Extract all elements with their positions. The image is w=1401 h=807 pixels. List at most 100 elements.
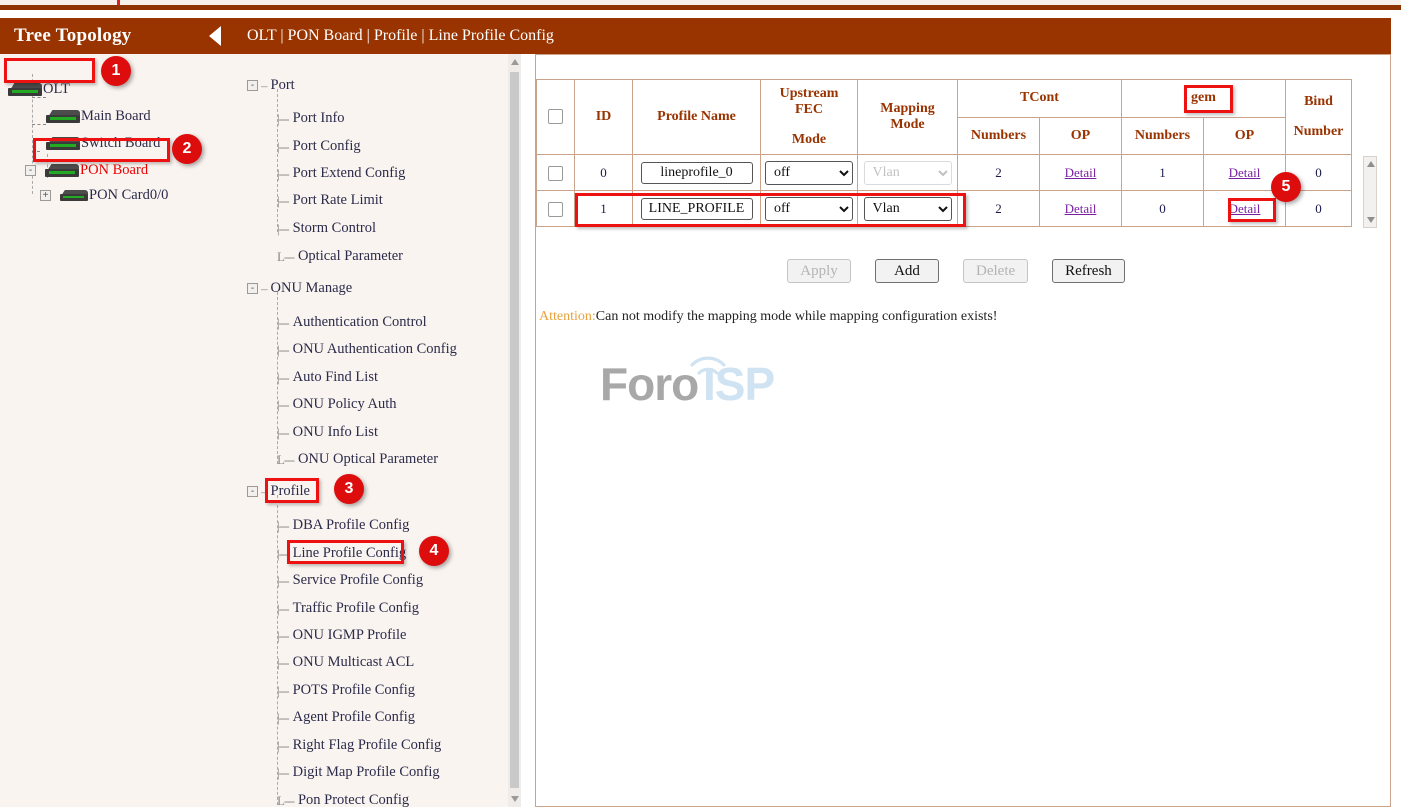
nav-item-pots-profile-config[interactable]: |--- POTS Profile Config xyxy=(277,682,415,699)
upstream-fec-mode-select[interactable]: off xyxy=(765,161,853,185)
nav-group-label: Port xyxy=(271,77,295,94)
row-checkbox[interactable] xyxy=(548,202,563,217)
nav-item-right-flag-profile-config[interactable]: |--- Right Flag Profile Config xyxy=(277,737,441,754)
tree-expander-expand-icon[interactable]: + xyxy=(40,190,51,201)
foroisp-watermark: Foro ISP xyxy=(600,349,800,419)
scroll-down-arrow-icon[interactable] xyxy=(511,796,519,802)
scroll-up-arrow-icon[interactable] xyxy=(511,59,519,65)
cell-gem-numbers: 0 xyxy=(1122,191,1204,227)
header-mapping-mode: Mapping Mode xyxy=(858,80,958,155)
watermark-text-isp: ISP xyxy=(703,357,774,411)
tree-leaf-dash: |--- xyxy=(277,738,289,754)
nav-item-onu-policy-auth[interactable]: |--- ONU Policy Auth xyxy=(277,396,397,413)
nav-item-label: ONU Authentication Config xyxy=(293,341,457,358)
nav-item-onu-info-list[interactable]: |--- ONU Info List xyxy=(277,424,378,441)
scroll-down-arrow-icon[interactable] xyxy=(1367,217,1375,223)
nav-item-agent-profile-config[interactable]: |--- Agent Profile Config xyxy=(277,709,415,726)
tree-node-switch-board[interactable]: Switch Board xyxy=(46,133,160,153)
tree-node-pon-board[interactable]: - PON Board xyxy=(25,160,148,180)
add-button[interactable]: Add xyxy=(875,259,939,283)
tcont-detail-link[interactable]: Detail xyxy=(1065,165,1097,180)
tree-leaf-dash: |--- xyxy=(277,166,289,182)
header-profile-name: Profile Name xyxy=(633,80,761,155)
nav-item-service-profile-config[interactable]: |--- Service Profile Config xyxy=(277,572,423,589)
attention-note: Attention:Can not modify the mapping mod… xyxy=(539,309,997,325)
nav-item-optical-parameter[interactable]: L--- Optical Parameter xyxy=(277,248,403,265)
table-scrollbar[interactable] xyxy=(1363,156,1377,228)
cell-upstream-fec-mode: off xyxy=(761,191,858,227)
nav-item-onu-authentication-config[interactable]: |--- ONU Authentication Config xyxy=(277,341,457,358)
tree-expander-collapse-icon[interactable]: - xyxy=(25,165,36,176)
upstream-fec-mode-select[interactable]: off xyxy=(765,197,853,221)
nav-group-profile[interactable]: - – Profile xyxy=(247,483,310,500)
nav-item-label: ONU Multicast ACL xyxy=(293,654,415,671)
nav-item-label: Line Profile Config xyxy=(293,545,407,562)
nav-item-digit-map-profile-config[interactable]: |--- Digit Map Profile Config xyxy=(277,764,440,781)
profile-name-input[interactable] xyxy=(641,198,753,220)
cell-mapping-mode: Vlan xyxy=(858,191,958,227)
nav-item-line-profile-config[interactable]: |--- Line Profile Config xyxy=(277,545,406,562)
cell-id: 1 xyxy=(575,191,633,227)
tree-branch-dash: – xyxy=(261,281,267,297)
nav-item-authentication-control[interactable]: |--- Authentication Control xyxy=(277,314,427,331)
row-checkbox[interactable] xyxy=(548,166,563,181)
scroll-up-arrow-icon[interactable] xyxy=(1367,161,1375,167)
tree-topology-panel: Tree Topology OLT Main Board xyxy=(0,18,231,807)
header-bind-line1: Bind xyxy=(1290,94,1347,110)
tree-leaf-dash: |--- xyxy=(277,425,289,441)
tree-node-olt[interactable]: OLT xyxy=(8,79,70,99)
tree-node-label: Main Board xyxy=(81,108,151,125)
red-tick-marker xyxy=(117,0,120,5)
nav-item-port-rate-limit[interactable]: |--- Port Rate Limit xyxy=(277,192,383,209)
nav-item-onu-multicast-acl[interactable]: |--- ONU Multicast ACL xyxy=(277,654,414,671)
nav-item-port-config[interactable]: |--- Port Config xyxy=(277,138,361,155)
tcont-detail-link[interactable]: Detail xyxy=(1065,201,1097,216)
refresh-button[interactable]: Refresh xyxy=(1052,259,1125,283)
profile-name-input[interactable] xyxy=(641,162,753,184)
tree-node-pon-card[interactable]: + PON Card0/0 xyxy=(40,185,168,205)
nav-item-label: Agent Profile Config xyxy=(293,709,415,726)
gem-detail-link[interactable]: Detail xyxy=(1229,165,1261,180)
delete-button[interactable]: Delete xyxy=(963,259,1028,283)
table-row[interactable]: 0 off Vlan xyxy=(537,155,1352,191)
nav-item-storm-control[interactable]: |--- Storm Control xyxy=(277,220,376,237)
nav-item-auto-find-list[interactable]: |--- Auto Find List xyxy=(277,369,378,386)
tree-leaf-dash: |--- xyxy=(277,342,289,358)
header-bind-line2: Number xyxy=(1290,124,1347,140)
header-bind-number: Bind Number xyxy=(1286,80,1352,155)
nav-item-traffic-profile-config[interactable]: |--- Traffic Profile Config xyxy=(277,600,419,617)
header-upstream-fec-mode: Upstream FEC Mode xyxy=(761,80,858,155)
nav-item-dba-profile-config[interactable]: |--- DBA Profile Config xyxy=(277,517,409,534)
triangle-left-icon[interactable] xyxy=(209,26,221,46)
tree-expander-collapse-icon[interactable]: - xyxy=(247,283,258,294)
nav-item-onu-optical-parameter[interactable]: L--- ONU Optical Parameter xyxy=(277,451,438,468)
cell-mapping-mode: Vlan xyxy=(858,155,958,191)
tree-expander-collapse-icon[interactable]: - xyxy=(247,486,258,497)
gem-detail-link[interactable]: Detail xyxy=(1229,201,1261,216)
tree-node-label: PON Card0/0 xyxy=(89,187,168,204)
nav-item-label: POTS Profile Config xyxy=(293,682,415,699)
select-all-checkbox[interactable] xyxy=(548,109,563,124)
header-tcont-numbers: Numbers xyxy=(958,117,1040,155)
tree-leaf-dash: L--- xyxy=(277,452,294,468)
header-gem-op: OP xyxy=(1204,117,1286,155)
tree-node-main-board[interactable]: Main Board xyxy=(46,106,151,126)
nav-item-pon-protect-config[interactable]: L--- Pon Protect Config xyxy=(277,792,409,807)
tree-expander-collapse-icon[interactable]: - xyxy=(247,80,258,91)
nav-menu-column: - – Port - – ONU Manage - – Profile xyxy=(231,54,521,807)
nav-item-port-info[interactable]: |--- Port Info xyxy=(277,110,345,127)
nav-group-port[interactable]: - – Port xyxy=(247,77,295,94)
nav-item-port-extend-config[interactable]: |--- Port Extend Config xyxy=(277,165,405,182)
nav-menu-scrollbar[interactable] xyxy=(508,54,521,807)
nav-item-onu-igmp-profile[interactable]: |--- ONU IGMP Profile xyxy=(277,627,406,644)
table-row[interactable]: 1 off Vlan xyxy=(537,191,1352,227)
mapping-mode-select[interactable]: Vlan xyxy=(864,197,952,221)
tree-leaf-dash: |--- xyxy=(277,765,289,781)
nav-item-label: Port Config xyxy=(293,138,361,155)
tree-leaf-dash: |--- xyxy=(277,315,289,331)
mapping-mode-select: Vlan xyxy=(864,161,952,185)
breadcrumb-text: OLT | PON Board | Profile | Line Profile… xyxy=(247,27,554,45)
scrollbar-thumb[interactable] xyxy=(510,72,519,788)
nav-group-onu-manage[interactable]: - – ONU Manage xyxy=(247,280,352,297)
apply-button[interactable]: Apply xyxy=(787,259,851,283)
